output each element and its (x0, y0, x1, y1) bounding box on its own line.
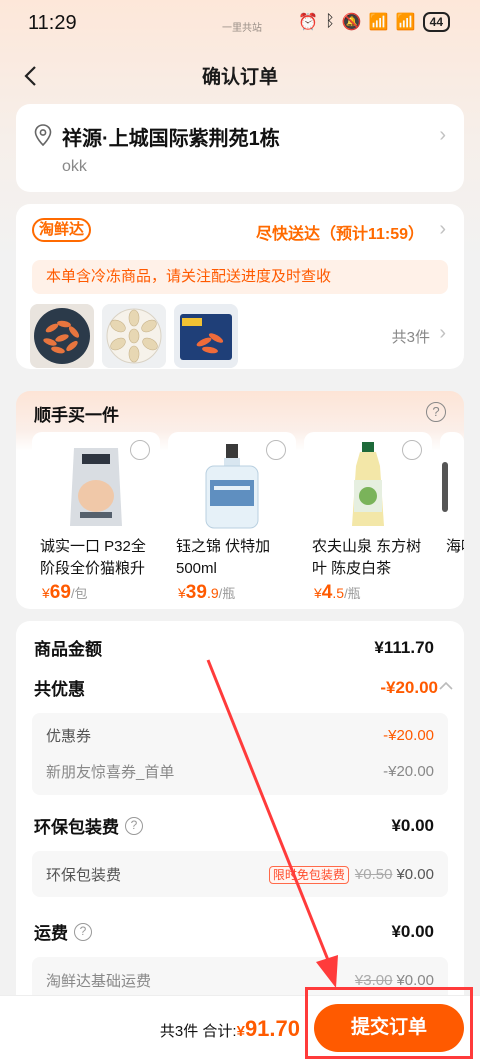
help-icon[interactable]: ? (74, 922, 92, 941)
battery-icon: 44 (422, 12, 450, 32)
shipping-row: 运费? ¥0.00 (34, 919, 434, 944)
addon-name: 诚实一口 P32全阶段全价猫粮升 (40, 538, 146, 577)
addon-price: ¥4.5/瓶 (314, 582, 361, 603)
goods-amount-row: 商品金额 ¥111.70 (34, 635, 434, 660)
tea-bottle-image (352, 442, 384, 526)
goods-amount-label: 商品金额 (34, 640, 102, 659)
coupon-label: 优惠券 (46, 728, 92, 745)
status-icons: ⏰ ᛒ 🔕 📶 📶 44 (298, 12, 450, 32)
addon-price: ¥39.9/瓶 (178, 582, 236, 603)
catfood-image (70, 448, 122, 526)
packaging-value: ¥0.00 (391, 815, 434, 835)
chevron-up-icon[interactable] (438, 681, 454, 691)
packaging-row: 环保包装费? ¥0.00 (34, 813, 434, 838)
packaging-detail-box: 环保包装费 限时免包装费 ¥0.50 ¥0.00 (32, 851, 448, 897)
addon-name: 钰之锦 伏特加 500ml (176, 538, 271, 577)
free-packaging-badge: 限时免包装费 (268, 866, 349, 884)
nav-bar: 确认订单 (0, 52, 480, 100)
product-thumb-shrimp[interactable] (30, 304, 94, 368)
total-amount: 91.70 (244, 1016, 300, 1041)
frozen-notice: 本单含冷冻商品，请关注配送进度及时查收 (32, 260, 448, 294)
address-title: 祥源·上城国际紫荆苑1栋 (62, 128, 280, 150)
addon-item-tea[interactable]: 农夫山泉 东方树叶 陈皮白茶 ¥4.5/瓶 (304, 432, 432, 603)
dumplings-image (102, 304, 166, 368)
delivery-time[interactable]: 尽快送达（预计11:59） (256, 220, 424, 244)
help-icon[interactable]: ? (125, 816, 143, 835)
addon-card: 顺手买一件 ? 诚实一口 P32全阶段全价猫粮升 ¥69/包 钰之锦 伏特加 5… (16, 391, 464, 609)
vodka-bottle-image (205, 444, 259, 529)
signal-icon-2: 📶 (395, 14, 416, 31)
taoxianda-logo: 淘鲜达 (32, 218, 92, 242)
packaging-detail-label: 环保包装费 (46, 867, 122, 884)
address-contact: okk (62, 158, 87, 175)
status-center-text: 一里共站 (222, 23, 262, 34)
discount-value: -¥20.00 (380, 677, 438, 697)
packaging-detail-row: 环保包装费 限时免包装费 ¥0.50 ¥0.00 (46, 864, 434, 885)
new-user-coupon-value: -¥20.00 (383, 763, 434, 780)
product-thumb-dumplings[interactable] (102, 304, 166, 368)
partial-product-image (442, 462, 448, 512)
goods-amount-value: ¥111.70 (374, 637, 434, 657)
coupon-row: 优惠券 -¥20.00 (46, 725, 434, 746)
delivery-card: 淘鲜达 尽快送达（预计11:59） › 本单含冷冻商品，请关注配送进度及时查收 (16, 204, 464, 369)
annotation-highlight-box (305, 987, 473, 1059)
chevron-right-icon[interactable]: › (439, 322, 446, 345)
coupon-value: -¥20.00 (383, 727, 434, 744)
status-time: 11:29 (28, 12, 77, 34)
product-thumb-seafood-pack[interactable] (174, 304, 238, 368)
addon-title: 顺手买一件 (34, 406, 119, 425)
addon-item-partial[interactable]: 海味 (440, 432, 464, 602)
discount-row[interactable]: 共优惠 -¥20.00 (34, 675, 438, 700)
bluetooth-icon: ᛒ (325, 13, 335, 30)
addon-item-vodka[interactable]: 钰之锦 伏特加 500ml ¥39.9/瓶 (168, 432, 296, 603)
seafood-pack-image (174, 304, 238, 368)
shrimp-image (30, 304, 94, 368)
chevron-right-icon[interactable]: › (439, 218, 446, 241)
packaging-detail-value: 限时免包装费 ¥0.50 ¥0.00 (268, 866, 434, 884)
page-title: 确认订单 (201, 67, 278, 88)
addon-name: 海味 (446, 538, 464, 555)
address-card[interactable]: 祥源·上城国际紫荆苑1栋 okk › (16, 104, 464, 192)
new-user-coupon-label: 新朋友惊喜券_首单 (46, 764, 175, 781)
mute-icon: 🔕 (341, 14, 362, 31)
shipping-detail-label: 淘鲜达基础运费 (46, 973, 152, 990)
help-icon[interactable]: ? (426, 402, 446, 422)
alarm-icon: ⏰ (298, 14, 319, 31)
shipping-value: ¥0.00 (391, 921, 434, 941)
shipping-label: 运费? (34, 919, 92, 944)
signal-icon: 📶 (368, 14, 389, 31)
discount-label: 共优惠 (34, 680, 85, 699)
items-count[interactable]: 共3件 (392, 326, 430, 347)
addon-item-catfood[interactable]: 诚实一口 P32全阶段全价猫粮升 ¥69/包 (32, 432, 160, 603)
packaging-label: 环保包装费? (34, 813, 143, 838)
addon-price: ¥69/包 (42, 582, 88, 603)
addon-name: 农夫山泉 东方树叶 陈皮白茶 (312, 538, 422, 577)
total-summary: 共3件 合计:¥91.70 (159, 1016, 300, 1041)
new-user-coupon-row: 新朋友惊喜券_首单 -¥20.00 (46, 761, 434, 782)
chevron-right-icon: › (439, 124, 446, 146)
status-bar: 11:29 一里共站 ⏰ ᛒ 🔕 📶 📶 44 (0, 0, 480, 48)
discount-detail-box: 优惠券 -¥20.00 新朋友惊喜券_首单 -¥20.00 (32, 713, 448, 795)
location-pin-icon (34, 124, 52, 146)
